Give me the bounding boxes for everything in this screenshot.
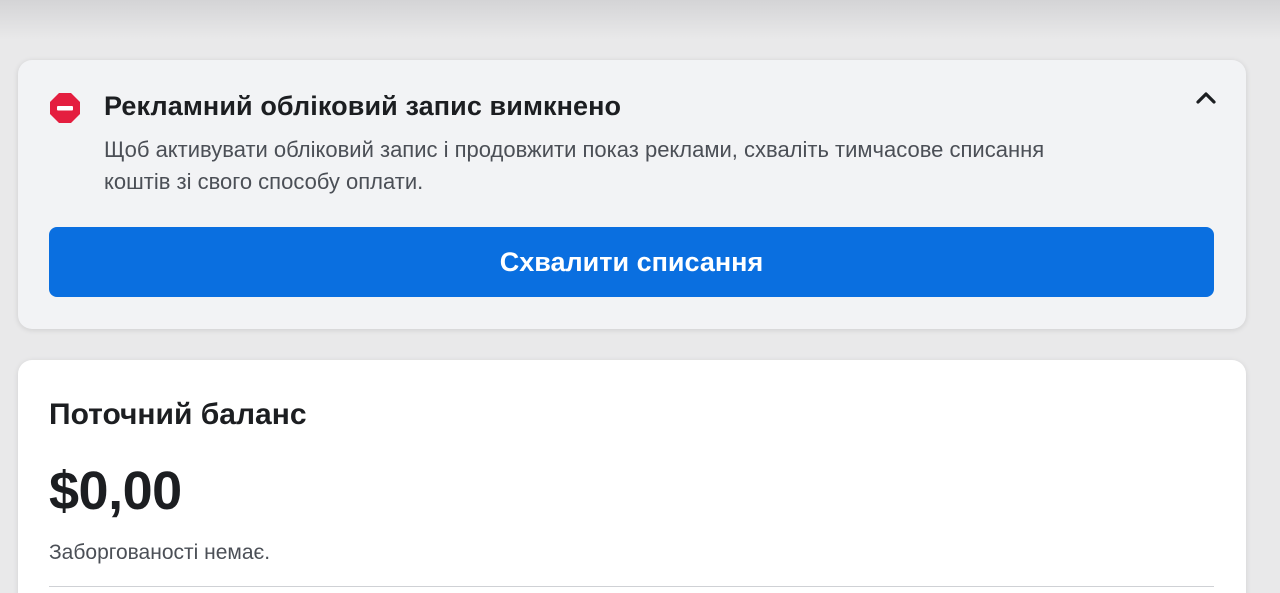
approve-charge-button[interactable]: Схвалити списання — [49, 227, 1214, 297]
balance-title: Поточний баланс — [49, 398, 307, 431]
balance-note: Заборгованості немає. — [49, 541, 271, 564]
no-entry-icon — [49, 92, 81, 124]
divider — [49, 586, 1214, 587]
collapse-button[interactable] — [1190, 86, 1222, 114]
alert-description: Щоб активувати обліковий запис і продовж… — [104, 137, 1045, 194]
alert-title: Рекламний обліковий запис вимкнено — [104, 91, 622, 121]
top-shadow — [0, 0, 1280, 40]
balance-amount: $0,00 — [49, 461, 182, 521]
chevron-up-icon — [1195, 91, 1217, 110]
